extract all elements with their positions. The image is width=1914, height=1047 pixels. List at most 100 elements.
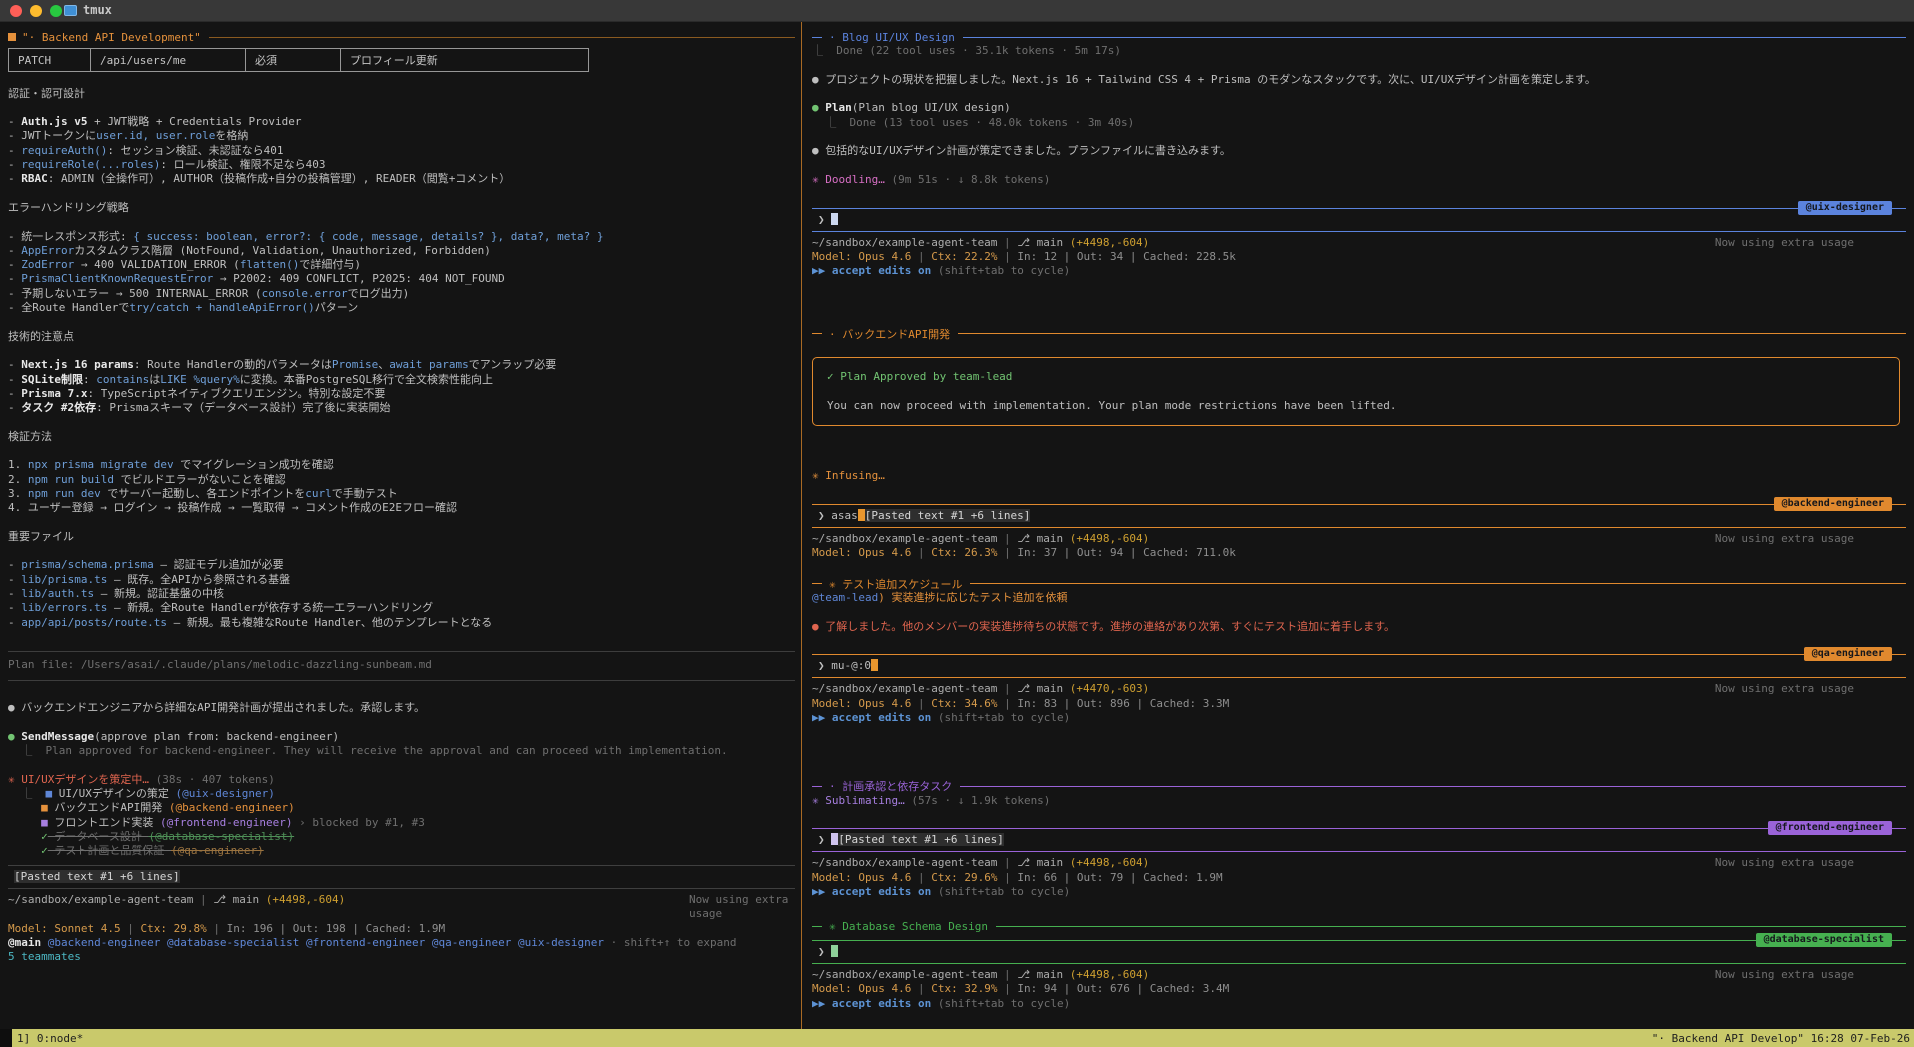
agent-model-line: Model: Opus 4.6 | Ctx: 22.2% | In: 12 | … <box>812 250 1906 264</box>
agent-accept-line[interactable]: ▶▶ accept edits on (shift+tab to cycle) <box>812 997 1906 1011</box>
agent-accept-line[interactable]: ▶▶ accept edits on (shift+tab to cycle) <box>812 264 1906 278</box>
terminal-line: 4. ユーザー登録 → ログイン → 投稿作成 → 一覧取得 → コメント作成の… <box>8 501 457 515</box>
terminal-line: Model: Opus 4.6 | Ctx: 32.9% | In: 94 | … <box>812 982 1230 996</box>
terminal-line: ● バックエンドエンジニアから詳細なAPI開発計画が提出されました。承認します。 <box>8 701 426 715</box>
terminal-line: ✓ データベース設計 (@database-specialist) <box>41 830 295 844</box>
agent-input-uix-designer[interactable]: @uix-designer ❯ <box>812 200 1906 232</box>
pane-title-database-schema: ✳ Database Schema Design <box>812 919 1906 933</box>
terminal-line: ▶▶ accept edits on (shift+tab to cycle) <box>812 996 1071 1010</box>
terminal-line: ⎿ ■ UI/UXデザインの策定 (@uix-designer) <box>8 787 275 801</box>
terminal-line: - app/api/posts/route.ts — 新規。最も複雑なRoute… <box>8 615 493 629</box>
terminal-line: ✳ Doodling… (9m 51s · ↓ 8.8k tokens) <box>812 172 1051 186</box>
agent-accept-line[interactable]: ▶▶ accept edits on (shift+tab to cycle) <box>812 711 1906 725</box>
terminal-line: ⎿ Done (22 tool uses · 35.1k tokens · 5m… <box>812 44 1122 58</box>
terminal-line: ~/sandbox/example-agent-team | ⎇ main (+… <box>812 682 1150 696</box>
terminal-line: 1. npx prisma migrate dev でマイグレーション成功を確認 <box>8 458 334 472</box>
agent-pane-frontend-engineer: · 計画承認と依存タスク ✳ Sublimating… (57s · ↓ 1.9… <box>812 779 1906 899</box>
terminal-line: ❯ asas [Pasted text #1 +6 lines] <box>818 508 1031 522</box>
terminal-line: - SQLite制限: containsはLIKE %query%に変換。本番P… <box>8 372 493 386</box>
agent-model-line: Model: Opus 4.6 | Ctx: 29.6% | In: 66 | … <box>812 871 1906 885</box>
terminal-line: ✓ テスト計画と品質保証 (@qa-engineer) <box>41 844 264 858</box>
pane-title-backend-api: "· Backend API Development" <box>8 30 795 44</box>
terminal-line: - 予期しないエラー → 500 INTERNAL_ERROR (console… <box>8 286 410 300</box>
table-row: PATCH /api/users/me 必須 プロフィール更新 <box>8 48 589 73</box>
team-lead-input[interactable]: [Pasted text #1 +6 lines] <box>8 864 795 889</box>
zoom-button[interactable] <box>50 5 62 17</box>
pane-team-lead[interactable]: "· Backend API Development" PATCH /api/u… <box>0 22 801 1029</box>
close-button[interactable] <box>10 5 22 17</box>
agent-pane-uix-designer: · Blog UI/UX Design ⎿ Done (22 tool uses… <box>812 30 1906 279</box>
status-session-chip <box>0 1029 12 1047</box>
extra-usage-note: Now using extra usage <box>1714 856 1854 870</box>
agent-output: ✳ Sublimating… (57s · ↓ 1.9k tokens) <box>812 794 1906 823</box>
agent-input-database-specialist[interactable]: @database-specialist ❯ <box>812 932 1906 964</box>
terminal-line: ~/sandbox/example-agent-team | ⎇ main (+… <box>812 235 1150 249</box>
table-cell-auth: 必須 <box>245 48 341 73</box>
agent-input-backend-engineer[interactable]: @backend-engineer ❯ asas [Pasted text #1 … <box>812 496 1906 529</box>
table-cell-path: /api/users/me <box>90 48 246 73</box>
terminal-line: - Prisma 7.x: TypeScriptネイティブクエリエンジン。特別な… <box>8 386 386 400</box>
minimize-button[interactable] <box>30 5 42 17</box>
terminal-line: Model: Opus 4.6 | Ctx: 22.2% | In: 12 | … <box>812 250 1236 264</box>
team-lead-mentions: @main @backend-engineer @database-specia… <box>8 936 795 950</box>
agent-accept-line[interactable]: ▶▶ accept edits on (shift+tab to cycle) <box>812 885 1906 899</box>
terminal-line: - lib/errors.ts — 新規。全Route Handlerが依存する… <box>8 601 434 615</box>
terminal-line: ● Plan(Plan blog UI/UX design) <box>812 101 1011 115</box>
terminal-line: ❯ [Pasted text #1 +6 lines] <box>818 833 1004 847</box>
terminal-line: - lib/prisma.ts — 既存。全APIから参照される基盤 <box>8 572 291 586</box>
tmux-window-list[interactable]: 1] 0:node* <box>17 1032 83 1045</box>
terminal-line <box>8 644 795 658</box>
agent-input-frontend-engineer[interactable]: @frontend-engineer ❯ [Pasted text #1 +6 … <box>812 821 1906 853</box>
agent-output: ✳ Infusing… <box>812 426 1906 497</box>
terminal-line: - Next.js 16 params: Route Handlerの動的パラメ… <box>8 358 557 372</box>
terminal-line: ● SendMessage(approve plan from: backend… <box>8 729 340 743</box>
terminal-line: ❯ <box>818 944 1906 959</box>
terminal-line: 認証・認可設計 <box>8 86 85 100</box>
plan-approved-box: ✓ Plan Approved by team-lead You can now … <box>812 357 1900 427</box>
agent-pane-backend-engineer: · バックエンドAPI開発 ✓ Plan Approved by team-le… <box>812 327 1906 561</box>
terminal-line: ● プロジェクトの現状を把握しました。Next.js 16 + Tailwind… <box>812 72 1596 86</box>
agent-model-line: Model: Opus 4.6 | Ctx: 34.6% | In: 83 | … <box>812 697 1906 711</box>
terminal-line: [Pasted text #1 +6 lines] <box>14 869 180 883</box>
pane-title-blog-uiux: · Blog UI/UX Design <box>812 30 1906 44</box>
terminal-line: ~/sandbox/example-agent-team | ⎇ main (+… <box>812 856 1150 870</box>
agent-badge-uix-designer: @uix-designer <box>1797 200 1892 215</box>
terminal-line: ● 包括的なUI/UXデザイン計画が策定できました。プランファイルに書き込みます… <box>812 144 1231 158</box>
agent-badge-qa-engineer: @qa-engineer <box>1803 647 1892 662</box>
agent-statusline: ~/sandbox/example-agent-team | ⎇ main (+… <box>812 236 1906 250</box>
agent-pane-database-specialist: ✳ Database Schema Design @database-speci… <box>812 919 1906 1010</box>
team-lead-teammates: 5 teammates <box>8 950 795 964</box>
window-title: tmux <box>83 3 112 17</box>
agent-input-qa-engineer[interactable]: @qa-engineer ❯ mu-@:0 <box>812 647 1906 679</box>
agent-badge-database-specialist: @database-specialist <box>1755 932 1892 947</box>
window-titlebar: tmux <box>0 0 1914 22</box>
extra-usage-note: Now using extra usage <box>689 892 789 921</box>
terminal-line: ~/sandbox/example-agent-team | ⎇ main (+… <box>8 892 346 906</box>
terminal-line: ⎿ Plan approved for backend-engineer. Th… <box>8 744 728 758</box>
terminal-line: - 統一レスポンス形式: { success: boolean, error?:… <box>8 229 604 243</box>
agent-output <box>812 341 1906 355</box>
agent-panes-column: · Blog UI/UX Design ⎿ Done (22 tool uses… <box>802 22 1914 1029</box>
terminal-line: ~/sandbox/example-agent-team | ⎇ main (+… <box>812 967 1150 981</box>
terminal-line: - RBAC: ADMIN（全操作可）, AUTHOR（投稿作成+自分の投稿管理… <box>8 172 511 186</box>
